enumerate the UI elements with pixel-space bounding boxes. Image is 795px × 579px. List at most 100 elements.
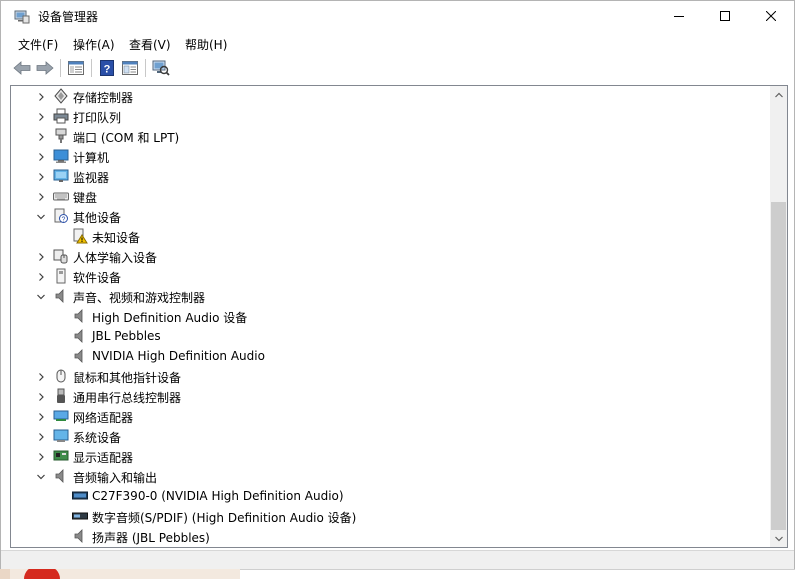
tree-item-label: 未知设备	[92, 231, 141, 245]
scroll-up-button[interactable]	[770, 86, 787, 103]
tree-item-label: 显示适配器	[73, 451, 134, 465]
minimize-button[interactable]	[656, 1, 702, 31]
menu-action[interactable]: 操作(A)	[73, 36, 115, 53]
collapsed-chevron-icon[interactable]	[36, 411, 46, 421]
tree-device[interactable]: JBL Pebbles	[11, 326, 770, 346]
tree-category[interactable]: 软件设备	[11, 266, 770, 286]
collapsed-chevron-icon[interactable]	[36, 271, 46, 281]
scan-hardware-button[interactable]	[150, 58, 172, 78]
expanded-chevron-icon[interactable]	[36, 211, 46, 221]
tree-category[interactable]: 鼠标和其他指针设备	[11, 366, 770, 386]
tree-item-label: 端口 (COM 和 LPT)	[73, 131, 180, 145]
expanded-chevron-icon[interactable]	[36, 471, 46, 481]
speaker-icon	[53, 288, 69, 304]
tree-item-label: High Definition Audio 设备	[92, 311, 248, 325]
hid-icon	[53, 248, 69, 264]
background-window-edge	[240, 569, 795, 579]
tree-category[interactable]: 通用串行总线控制器	[11, 386, 770, 406]
tree-item-label: C27F390-0 (NVIDIA High Definition Audio)	[92, 489, 344, 503]
display-adapter-icon	[53, 448, 69, 464]
collapsed-chevron-icon[interactable]	[36, 91, 46, 101]
show-hide-console-tree-icon	[122, 61, 138, 75]
scroll-down-button[interactable]	[770, 530, 787, 547]
collapsed-chevron-icon[interactable]	[36, 171, 46, 181]
back-button[interactable]	[11, 58, 33, 78]
collapsed-chevron-icon[interactable]	[36, 151, 46, 161]
collapsed-chevron-icon[interactable]	[36, 131, 46, 141]
unknown-device-warning-icon	[72, 228, 88, 244]
properties-icon	[68, 61, 84, 75]
collapsed-chevron-icon[interactable]	[36, 111, 46, 121]
tree-item-label: 存储控制器	[73, 91, 134, 105]
tree-item-label: NVIDIA High Definition Audio	[92, 349, 265, 363]
monitor-icon	[53, 168, 69, 184]
properties-button[interactable]	[65, 58, 87, 78]
tree-item-label: 软件设备	[73, 271, 122, 285]
scan-hardware-icon	[152, 60, 170, 76]
usb-icon	[53, 388, 69, 404]
tree-device[interactable]: High Definition Audio 设备	[11, 306, 770, 326]
collapsed-chevron-icon[interactable]	[36, 451, 46, 461]
tree-device[interactable]: 未知设备	[11, 226, 770, 246]
toolbar-separator	[145, 59, 146, 77]
toolbar-separator	[91, 59, 92, 77]
help-icon: ?	[100, 60, 114, 76]
close-button[interactable]	[748, 1, 794, 31]
minimize-icon	[674, 16, 684, 17]
collapsed-chevron-icon[interactable]	[36, 371, 46, 381]
chevron-down-icon	[774, 536, 783, 541]
collapsed-chevron-icon[interactable]	[36, 191, 46, 201]
toolbar: ?	[1, 55, 794, 81]
tree-category[interactable]: 键盘	[11, 186, 770, 206]
tree-category[interactable]: 显示适配器	[11, 446, 770, 466]
tree-category[interactable]: 打印队列	[11, 106, 770, 126]
storage-controller-icon	[53, 88, 69, 104]
tree-item-label: 声音、视频和游戏控制器	[73, 291, 206, 305]
tree-category[interactable]: 存储控制器	[11, 86, 770, 106]
tree-category[interactable]: 监视器	[11, 166, 770, 186]
tree-category[interactable]: 声音、视频和游戏控制器	[11, 286, 770, 306]
system-device-icon	[53, 428, 69, 444]
forward-button[interactable]	[34, 58, 56, 78]
tree-item-label: 鼠标和其他指针设备	[73, 371, 182, 385]
keyboard-icon	[53, 188, 69, 204]
tree-device[interactable]: 扬声器 (JBL Pebbles)	[11, 526, 770, 546]
show-hide-console-tree-button[interactable]	[119, 58, 141, 78]
tree-item-label: 通用串行总线控制器	[73, 391, 182, 405]
scroll-thumb[interactable]	[771, 202, 786, 530]
tree-item-label: 音频输入和输出	[73, 471, 158, 485]
tree-category[interactable]: 端口 (COM 和 LPT)	[11, 126, 770, 146]
tree-device[interactable]: 数字音频(S/PDIF) (High Definition Audio 设备)	[11, 506, 770, 526]
tree-category[interactable]: 计算机	[11, 146, 770, 166]
collapsed-chevron-icon[interactable]	[36, 251, 46, 261]
tree-category[interactable]: 音频输入和输出	[11, 466, 770, 486]
menu-view[interactable]: 查看(V)	[129, 36, 171, 53]
help-button[interactable]: ?	[96, 58, 118, 78]
tree-device[interactable]: C27F390-0 (NVIDIA High Definition Audio)	[11, 486, 770, 506]
tree-item-label: 监视器	[73, 171, 110, 185]
tree-item-label: JBL Pebbles	[92, 329, 161, 343]
tree-item-label: 数字音频(S/PDIF) (High Definition Audio 设备)	[92, 511, 357, 525]
tree-item-label: 网络适配器	[73, 411, 134, 425]
collapsed-chevron-icon[interactable]	[36, 391, 46, 401]
chevron-up-icon	[774, 92, 783, 97]
close-icon	[766, 11, 776, 21]
speaker-icon	[72, 328, 88, 344]
title-bar: 设备管理器	[1, 1, 794, 32]
window-title: 设备管理器	[38, 10, 99, 24]
speaker-icon	[72, 308, 88, 324]
vertical-scrollbar[interactable]	[770, 86, 787, 547]
tree-category[interactable]: 系统设备	[11, 426, 770, 446]
port-icon	[53, 128, 69, 144]
tree-category[interactable]: 人体学输入设备	[11, 246, 770, 266]
expanded-chevron-icon[interactable]	[36, 291, 46, 301]
tree-category[interactable]: 网络适配器	[11, 406, 770, 426]
device-tree: 存储控制器 打印队列端口 (COM 和 LPT) 计算机监视器 键盘? 其他设备未知设备…	[11, 86, 770, 547]
tree-device[interactable]: NVIDIA High Definition Audio	[11, 346, 770, 366]
menu-help[interactable]: 帮助(H)	[185, 36, 227, 53]
tree-category[interactable]: ? 其他设备	[11, 206, 770, 226]
maximize-button[interactable]	[702, 1, 748, 31]
menu-file[interactable]: 文件(F)	[18, 36, 58, 53]
tree-item-label: 人体学输入设备	[73, 251, 158, 265]
collapsed-chevron-icon[interactable]	[36, 431, 46, 441]
